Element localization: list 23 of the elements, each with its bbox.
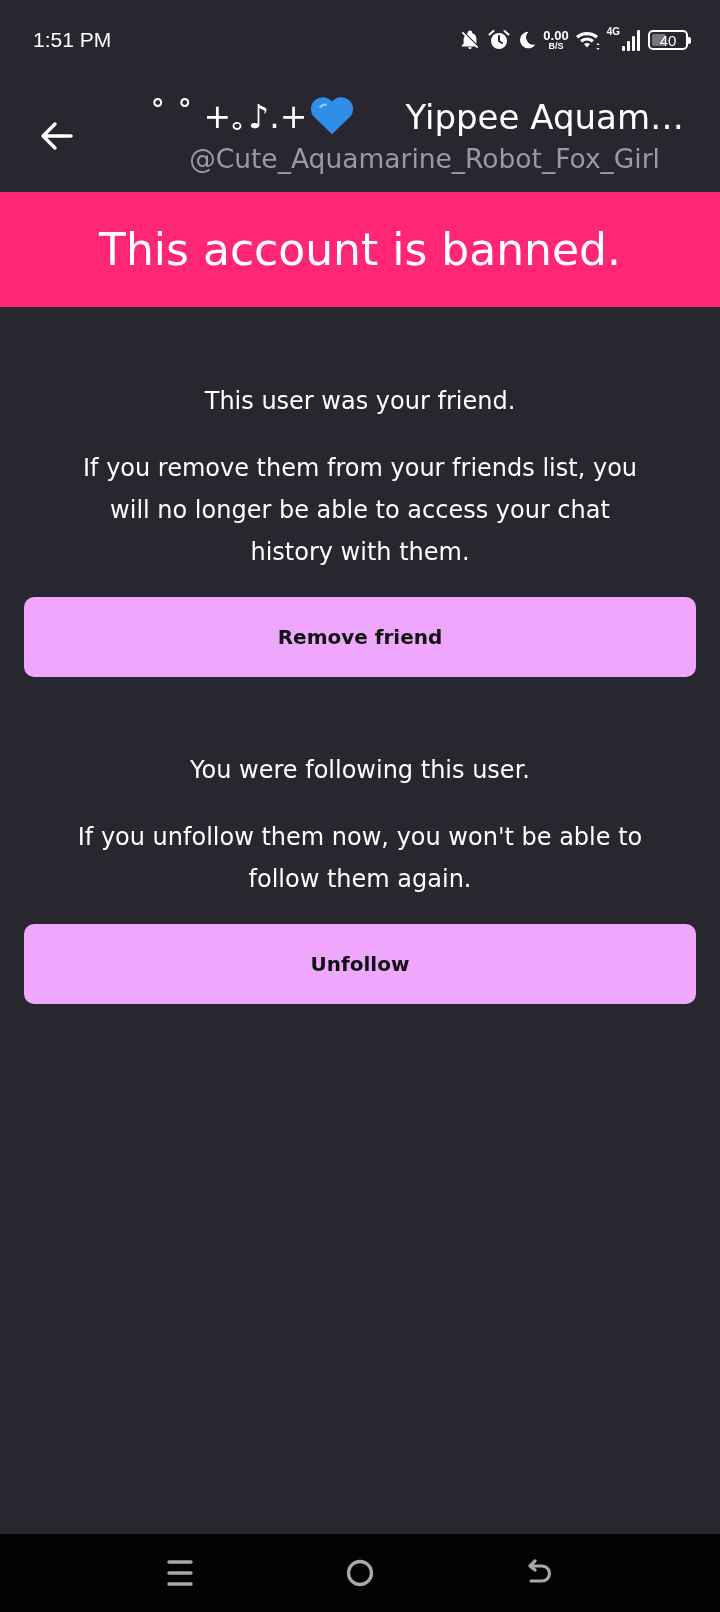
signal-icon <box>622 29 642 51</box>
network-type-label: 4G <box>606 26 620 37</box>
action-button[interactable]: Remove friend <box>24 597 696 677</box>
heart-emoji-icon <box>309 96 356 137</box>
status-time: 1:51 PM <box>33 28 112 52</box>
wifi-icon <box>574 29 601 51</box>
moon-icon <box>517 30 538 50</box>
display-name: Yippee Aquam… <box>405 96 684 137</box>
section-heading: You were following this user. <box>190 755 530 786</box>
alarm-clock-icon <box>487 28 512 52</box>
net-speed-value: 0.00 <box>543 29 569 42</box>
action-button[interactable]: Unfollow <box>24 924 696 1004</box>
menu-icon[interactable] <box>166 1559 194 1587</box>
section-description: If you unfollow them now, you won't be able to follow them again. <box>76 822 644 895</box>
battery-indicator: 40 <box>648 30 688 50</box>
back-arrow-icon <box>39 121 73 151</box>
section-description: If you remove them from your friends list, you will no longer be able to access your chat history with them. <box>81 453 639 568</box>
username-handle: @Cute_Aquamarine_Robot_Fox_Girl <box>189 142 660 174</box>
net-speed-unit: B/S <box>548 42 564 51</box>
banned-message: This account is banned. <box>99 224 621 275</box>
name-decoration: ˚ ˚ +｡♪.+ <box>149 97 308 136</box>
home-circle-icon[interactable] <box>346 1559 374 1587</box>
section-heading: This user was your friend. <box>204 386 516 417</box>
